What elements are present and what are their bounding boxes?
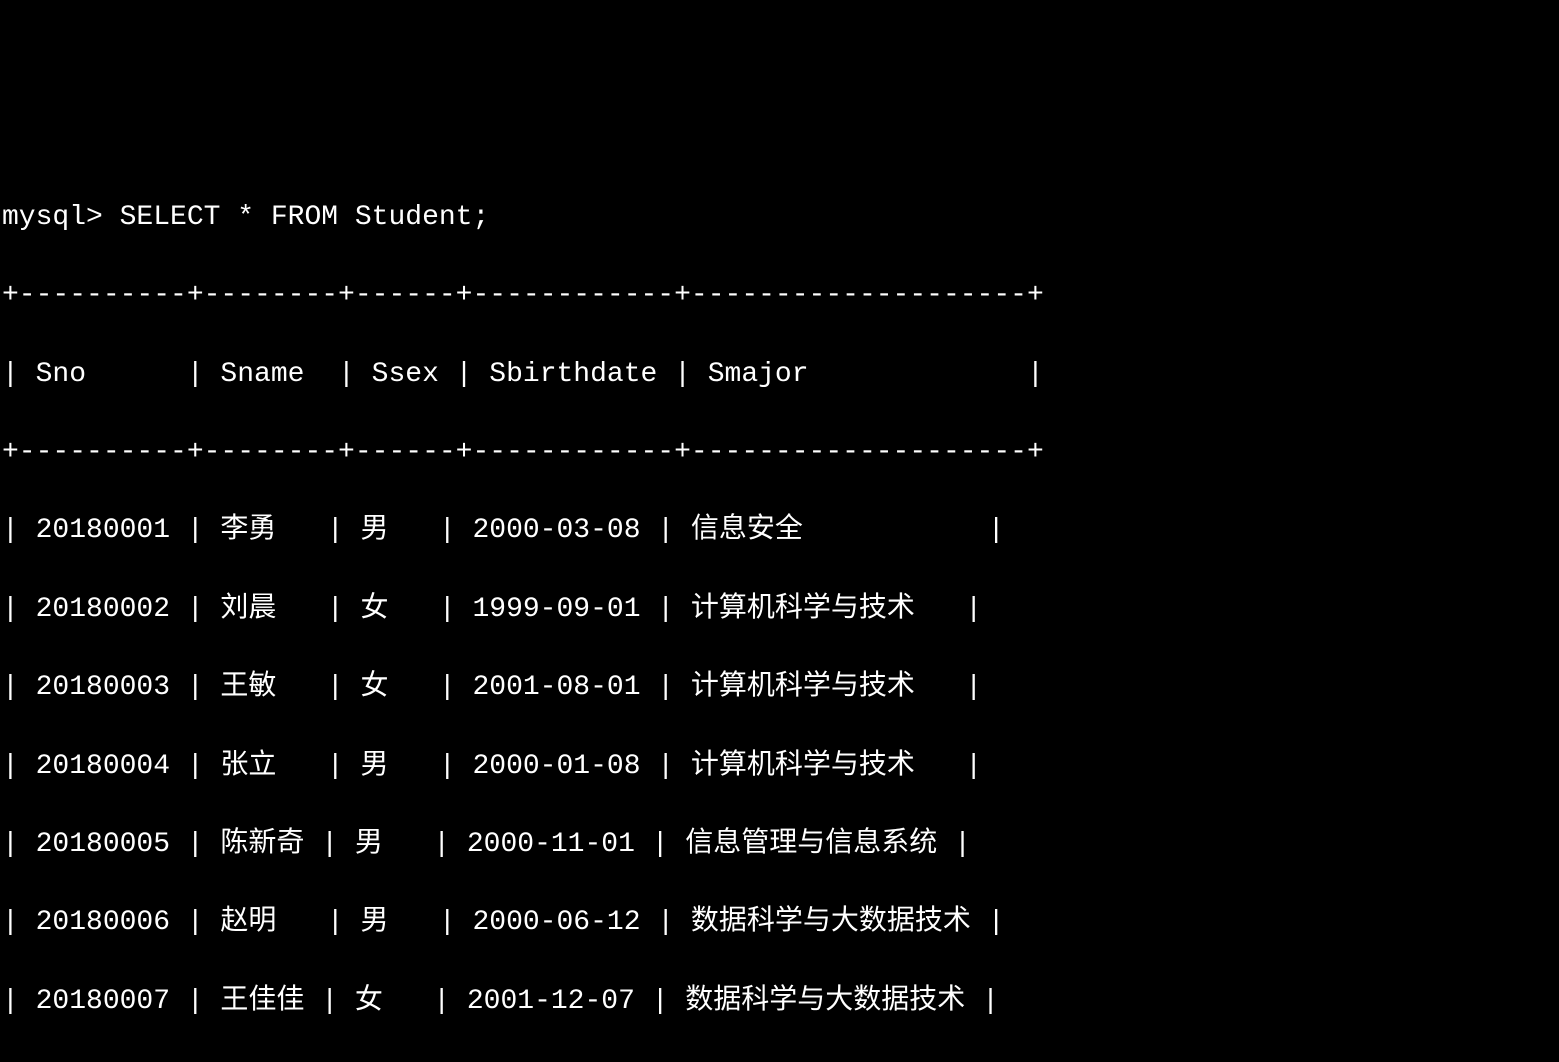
table-border-top: +----------+--------+------+------------…: [0, 276, 1559, 315]
table-border-mid: +----------+--------+------+------------…: [0, 433, 1559, 472]
sql-prompt-line: mysql> SELECT * FROM Student;: [0, 198, 1559, 237]
mysql-terminal[interactable]: mysql> SELECT * FROM Student; +---------…: [0, 159, 1559, 1062]
table-row: | 20180006 | 赵明 | 男 | 2000-06-12 | 数据科学与…: [0, 903, 1559, 942]
table-row: | 20180003 | 王敏 | 女 | 2001-08-01 | 计算机科学…: [0, 668, 1559, 707]
table-header-row: | Sno | Sname | Ssex | Sbirthdate | Smaj…: [0, 355, 1559, 394]
table-row: | 20180007 | 王佳佳 | 女 | 2001-12-07 | 数据科学…: [0, 982, 1559, 1021]
table-row: | 20180005 | 陈新奇 | 男 | 2000-11-01 | 信息管理…: [0, 825, 1559, 864]
table-border-bottom: +----------+--------+------+------------…: [0, 1060, 1559, 1062]
table-row: | 20180004 | 张立 | 男 | 2000-01-08 | 计算机科学…: [0, 747, 1559, 786]
table-row: | 20180001 | 李勇 | 男 | 2000-03-08 | 信息安全 …: [0, 511, 1559, 550]
table-row: | 20180002 | 刘晨 | 女 | 1999-09-01 | 计算机科学…: [0, 590, 1559, 629]
